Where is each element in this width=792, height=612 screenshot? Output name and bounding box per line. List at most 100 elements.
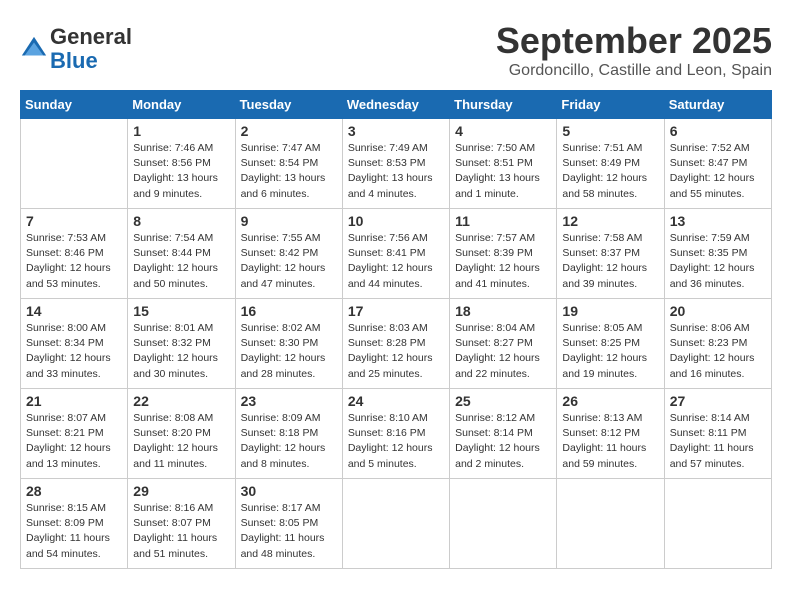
day-number: 22 xyxy=(133,393,229,409)
calendar-cell xyxy=(21,119,128,209)
day-info: Sunrise: 7:54 AM Sunset: 8:44 PM Dayligh… xyxy=(133,231,229,292)
calendar-cell: 25 Sunrise: 8:12 AM Sunset: 8:14 PM Dayli… xyxy=(450,389,557,479)
calendar-cell: 30 Sunrise: 8:17 AM Sunset: 8:05 PM Dayli… xyxy=(235,479,342,569)
location: Gordoncillo, Castille and Leon, Spain xyxy=(496,62,772,80)
day-number: 17 xyxy=(348,303,444,319)
day-info: Sunrise: 8:02 AM Sunset: 8:30 PM Dayligh… xyxy=(241,321,337,382)
calendar-cell: 26 Sunrise: 8:13 AM Sunset: 8:12 PM Dayli… xyxy=(557,389,664,479)
calendar-cell: 17 Sunrise: 8:03 AM Sunset: 8:28 PM Dayli… xyxy=(342,299,449,389)
day-info: Sunrise: 7:58 AM Sunset: 8:37 PM Dayligh… xyxy=(562,231,658,292)
day-info: Sunrise: 8:05 AM Sunset: 8:25 PM Dayligh… xyxy=(562,321,658,382)
calendar-week-row: 21 Sunrise: 8:07 AM Sunset: 8:21 PM Dayli… xyxy=(21,389,772,479)
calendar-cell: 3Sunrise: 7:49 AM Sunset: 8:53 PM Daylig… xyxy=(342,119,449,209)
day-number: 12 xyxy=(562,213,658,229)
day-info: Sunrise: 8:17 AM Sunset: 8:05 PM Dayligh… xyxy=(241,501,337,562)
day-info: Sunrise: 7:51 AM Sunset: 8:49 PM Dayligh… xyxy=(562,141,658,202)
day-info: Sunrise: 8:04 AM Sunset: 8:27 PM Dayligh… xyxy=(455,321,551,382)
header-tuesday: Tuesday xyxy=(235,91,342,119)
day-number: 8 xyxy=(133,213,229,229)
day-info: Sunrise: 8:12 AM Sunset: 8:14 PM Dayligh… xyxy=(455,411,551,472)
calendar-week-row: 14 Sunrise: 8:00 AM Sunset: 8:34 PM Dayli… xyxy=(21,299,772,389)
logo: General Blue xyxy=(20,25,132,73)
month-title: September 2025 xyxy=(496,20,772,62)
page-header: General Blue September 2025 Gordoncillo,… xyxy=(20,20,772,80)
day-number: 26 xyxy=(562,393,658,409)
day-info: Sunrise: 7:46 AM Sunset: 8:56 PM Dayligh… xyxy=(133,141,229,202)
logo-text-line2: Blue xyxy=(50,49,132,73)
calendar-cell: 12 Sunrise: 7:58 AM Sunset: 8:37 PM Dayli… xyxy=(557,209,664,299)
day-info: Sunrise: 8:10 AM Sunset: 8:16 PM Dayligh… xyxy=(348,411,444,472)
day-info: Sunrise: 8:01 AM Sunset: 8:32 PM Dayligh… xyxy=(133,321,229,382)
day-number: 3 xyxy=(348,123,444,139)
calendar-cell: 9Sunrise: 7:55 AM Sunset: 8:42 PM Daylig… xyxy=(235,209,342,299)
day-number: 7 xyxy=(26,213,122,229)
day-number: 25 xyxy=(455,393,551,409)
day-info: Sunrise: 8:13 AM Sunset: 8:12 PM Dayligh… xyxy=(562,411,658,472)
day-number: 30 xyxy=(241,483,337,499)
day-number: 24 xyxy=(348,393,444,409)
calendar-cell: 10 Sunrise: 7:56 AM Sunset: 8:41 PM Dayli… xyxy=(342,209,449,299)
day-number: 16 xyxy=(241,303,337,319)
day-info: Sunrise: 7:59 AM Sunset: 8:35 PM Dayligh… xyxy=(670,231,766,292)
day-info: Sunrise: 7:56 AM Sunset: 8:41 PM Dayligh… xyxy=(348,231,444,292)
calendar-cell: 22 Sunrise: 8:08 AM Sunset: 8:20 PM Dayli… xyxy=(128,389,235,479)
logo-icon xyxy=(20,35,48,63)
day-number: 15 xyxy=(133,303,229,319)
day-number: 21 xyxy=(26,393,122,409)
calendar-cell: 11 Sunrise: 7:57 AM Sunset: 8:39 PM Dayli… xyxy=(450,209,557,299)
day-info: Sunrise: 8:00 AM Sunset: 8:34 PM Dayligh… xyxy=(26,321,122,382)
day-number: 10 xyxy=(348,213,444,229)
calendar-cell: 19 Sunrise: 8:05 AM Sunset: 8:25 PM Dayli… xyxy=(557,299,664,389)
calendar-cell: 23 Sunrise: 8:09 AM Sunset: 8:18 PM Dayli… xyxy=(235,389,342,479)
day-info: Sunrise: 8:07 AM Sunset: 8:21 PM Dayligh… xyxy=(26,411,122,472)
calendar-cell: 24 Sunrise: 8:10 AM Sunset: 8:16 PM Dayli… xyxy=(342,389,449,479)
day-number: 2 xyxy=(241,123,337,139)
calendar-cell: 14 Sunrise: 8:00 AM Sunset: 8:34 PM Dayli… xyxy=(21,299,128,389)
day-info: Sunrise: 8:14 AM Sunset: 8:11 PM Dayligh… xyxy=(670,411,766,472)
header-sunday: Sunday xyxy=(21,91,128,119)
day-number: 11 xyxy=(455,213,551,229)
header-friday: Friday xyxy=(557,91,664,119)
calendar-week-row: 28 Sunrise: 8:15 AM Sunset: 8:09 PM Dayli… xyxy=(21,479,772,569)
logo-text-line1: General xyxy=(50,25,132,49)
day-info: Sunrise: 8:08 AM Sunset: 8:20 PM Dayligh… xyxy=(133,411,229,472)
day-number: 28 xyxy=(26,483,122,499)
calendar-cell: 2 Sunrise: 7:47 AM Sunset: 8:54 PM Daylig… xyxy=(235,119,342,209)
day-info: Sunrise: 7:50 AM Sunset: 8:51 PM Dayligh… xyxy=(455,141,551,202)
day-info: Sunrise: 7:57 AM Sunset: 8:39 PM Dayligh… xyxy=(455,231,551,292)
day-number: 9 xyxy=(241,213,337,229)
calendar-cell: 4Sunrise: 7:50 AM Sunset: 8:51 PM Daylig… xyxy=(450,119,557,209)
day-info: Sunrise: 7:52 AM Sunset: 8:47 PM Dayligh… xyxy=(670,141,766,202)
day-number: 18 xyxy=(455,303,551,319)
day-info: Sunrise: 8:06 AM Sunset: 8:23 PM Dayligh… xyxy=(670,321,766,382)
calendar-week-row: 7 Sunrise: 7:53 AM Sunset: 8:46 PM Daylig… xyxy=(21,209,772,299)
day-number: 5 xyxy=(562,123,658,139)
title-block: September 2025 Gordoncillo, Castille and… xyxy=(496,20,772,80)
day-number: 13 xyxy=(670,213,766,229)
header-thursday: Thursday xyxy=(450,91,557,119)
calendar-cell: 13 Sunrise: 7:59 AM Sunset: 8:35 PM Dayli… xyxy=(664,209,771,299)
day-number: 6 xyxy=(670,123,766,139)
day-number: 14 xyxy=(26,303,122,319)
calendar-header-row: SundayMondayTuesdayWednesdayThursdayFrid… xyxy=(21,91,772,119)
day-info: Sunrise: 8:03 AM Sunset: 8:28 PM Dayligh… xyxy=(348,321,444,382)
day-info: Sunrise: 7:47 AM Sunset: 8:54 PM Dayligh… xyxy=(241,141,337,202)
day-info: Sunrise: 8:09 AM Sunset: 8:18 PM Dayligh… xyxy=(241,411,337,472)
calendar-cell: 15 Sunrise: 8:01 AM Sunset: 8:32 PM Dayli… xyxy=(128,299,235,389)
calendar-cell xyxy=(557,479,664,569)
calendar-cell xyxy=(664,479,771,569)
calendar-cell: 28 Sunrise: 8:15 AM Sunset: 8:09 PM Dayli… xyxy=(21,479,128,569)
calendar-cell: 1Sunrise: 7:46 AM Sunset: 8:56 PM Daylig… xyxy=(128,119,235,209)
day-number: 19 xyxy=(562,303,658,319)
day-info: Sunrise: 8:15 AM Sunset: 8:09 PM Dayligh… xyxy=(26,501,122,562)
calendar-cell: 18 Sunrise: 8:04 AM Sunset: 8:27 PM Dayli… xyxy=(450,299,557,389)
calendar-cell xyxy=(450,479,557,569)
header-wednesday: Wednesday xyxy=(342,91,449,119)
day-number: 29 xyxy=(133,483,229,499)
calendar-table: SundayMondayTuesdayWednesdayThursdayFrid… xyxy=(20,90,772,569)
calendar-cell: 7 Sunrise: 7:53 AM Sunset: 8:46 PM Daylig… xyxy=(21,209,128,299)
day-info: Sunrise: 7:53 AM Sunset: 8:46 PM Dayligh… xyxy=(26,231,122,292)
calendar-cell: 21 Sunrise: 8:07 AM Sunset: 8:21 PM Dayli… xyxy=(21,389,128,479)
day-number: 23 xyxy=(241,393,337,409)
header-monday: Monday xyxy=(128,91,235,119)
